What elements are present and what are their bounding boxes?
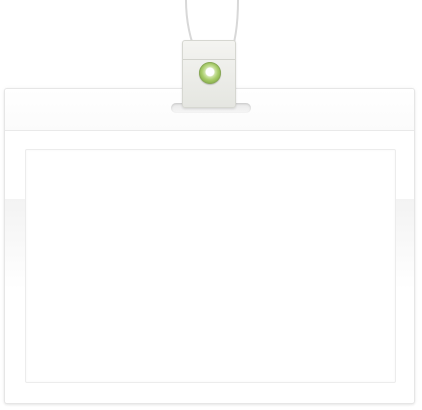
badge-holder: [4, 88, 415, 404]
badge-stage: [0, 0, 422, 410]
card-window: [25, 149, 396, 383]
eyelet-icon: [199, 62, 221, 84]
clip-seam: [183, 59, 235, 60]
holder-edge-shade: [5, 199, 27, 289]
badge-clip: [182, 40, 236, 108]
